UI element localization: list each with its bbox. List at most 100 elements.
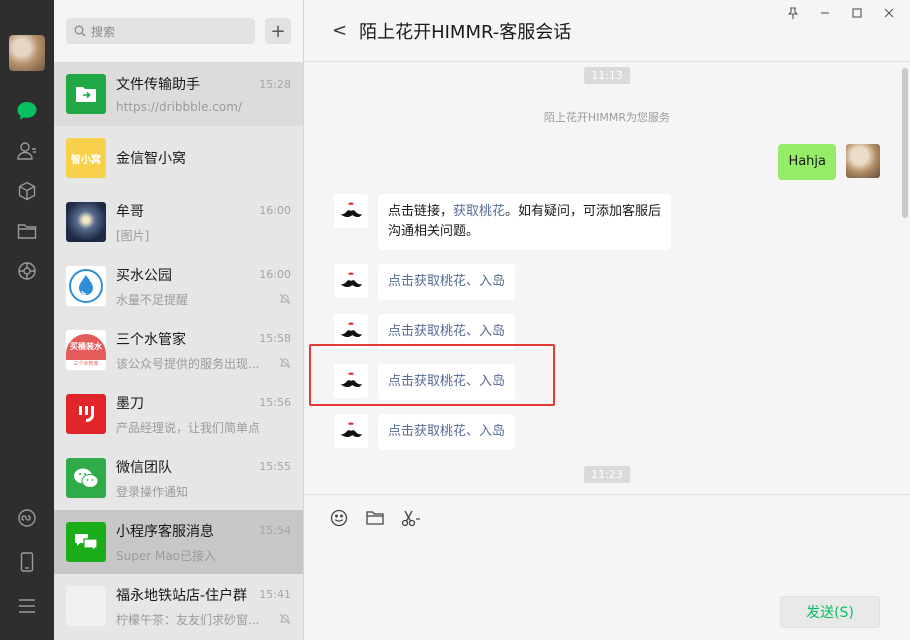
my-message-bubble[interactable]: Hahja xyxy=(778,144,836,180)
timestamp: 11:13 xyxy=(584,67,630,84)
my-message-avatar[interactable] xyxy=(846,144,880,178)
message-link[interactable]: 点击获取桃花、入岛 xyxy=(388,274,505,289)
chat-item-mini-program-service[interactable]: 小程序客服消息 15:54 Super Mao已接入 xyxy=(54,510,303,574)
wechat-window: 搜索 + 文件传输助手 15:28 https://dribbble.com/ 智… xyxy=(0,0,910,640)
chat-name: 牟哥 xyxy=(116,203,144,220)
search-input[interactable]: 搜索 xyxy=(66,18,255,44)
scrollbar[interactable] xyxy=(902,68,908,218)
moments-icon[interactable] xyxy=(0,251,54,291)
scissors-icon[interactable] xyxy=(400,507,422,529)
bot-message: 点击获取桃花、入岛 xyxy=(334,264,516,300)
plus-icon: + xyxy=(270,20,286,42)
window-controls xyxy=(778,4,904,22)
chat-list-panel: 搜索 + 文件传输助手 15:28 https://dribbble.com/ 智… xyxy=(54,0,304,640)
bot-message: 点击链接，获取桃花。如有疑问，可添加客服后沟通相关问题。 xyxy=(334,194,672,250)
folder-icon[interactable] xyxy=(0,211,54,251)
mustache-logo-icon xyxy=(340,422,362,438)
search-bar: 搜索 + xyxy=(54,0,303,62)
mouge-avatar xyxy=(66,202,106,242)
contacts-icon[interactable] xyxy=(0,131,54,171)
bot-message: 点击获取桃花、入岛 xyxy=(334,414,516,450)
chat-time: 15:54 xyxy=(259,524,291,537)
system-message: 陌上花开HIMMR为您服务 xyxy=(543,111,671,124)
chat-preview: 该公众号提供的服务出现... xyxy=(116,356,260,371)
add-button[interactable]: + xyxy=(265,18,291,44)
nav-rail xyxy=(0,0,54,640)
cube-icon[interactable] xyxy=(0,171,54,211)
message-link[interactable]: 获取桃花 xyxy=(453,204,505,219)
chat-time: 15:58 xyxy=(259,332,291,345)
modao-logo xyxy=(66,394,106,434)
chat-name: 小程序客服消息 xyxy=(116,523,214,540)
chat-preview: [图片] xyxy=(116,228,150,243)
chat-item-fuyong-group[interactable]: 福永地铁站店-住户群 15:41 柠檬午茶：友友们求砂窗... xyxy=(54,574,303,638)
phone-icon[interactable] xyxy=(0,542,54,582)
chat-preview: 柠檬午茶：友友们求砂窗... xyxy=(116,612,260,627)
message-link[interactable]: 点击获取桃花、入岛 xyxy=(388,324,505,339)
send-button[interactable]: 发送(S) xyxy=(780,596,880,628)
chat-name: 墨刀 xyxy=(116,395,144,412)
maximize-icon[interactable] xyxy=(842,4,872,22)
mustache-logo-icon xyxy=(340,272,362,288)
mute-bell-icon xyxy=(279,293,291,305)
mute-bell-icon xyxy=(279,613,291,625)
search-placeholder: 搜索 xyxy=(91,24,116,39)
composer-toolbar xyxy=(304,495,910,541)
conversation-header: < 陌上花开HIMMR-客服会话 xyxy=(304,0,910,62)
conversation-panel: < 陌上花开HIMMR-客服会话 11:13 陌上花开HIMMR为您服务 Hah… xyxy=(304,0,910,640)
bot-avatar[interactable] xyxy=(334,414,368,448)
bot-message-bubble[interactable]: 点击获取桃花、入岛 xyxy=(378,264,516,300)
message-link[interactable]: 点击获取桃花、入岛 xyxy=(388,424,505,439)
chat-item-water-park[interactable]: 买水公园 16:00 水量不足提醒 xyxy=(54,254,303,318)
chat-name: 买水公园 xyxy=(116,267,172,284)
chat-name: 福永地铁站店-住户群 xyxy=(116,587,248,604)
bot-avatar[interactable] xyxy=(334,314,368,348)
chat-preview: 水量不足提醒 xyxy=(116,292,189,307)
avatar-text: 智小窝 xyxy=(71,154,101,166)
message-text: 。如有疑问，可添加客服后 xyxy=(505,204,662,219)
message-text: 点击链接， xyxy=(388,204,454,219)
jinxin-avatar: 智小窝 xyxy=(66,138,106,178)
chat-preview: Super Mao已接入 xyxy=(116,548,217,563)
chat-time: 15:41 xyxy=(259,588,291,601)
chat-item-jinxin[interactable]: 智小窝 金信智小窝 xyxy=(54,126,303,190)
conversation-title: 陌上花开HIMMR-客服会话 xyxy=(359,21,572,43)
chat-item-modao[interactable]: 墨刀 15:56 产品经理说，让我们简单点 xyxy=(54,382,303,446)
bot-message-bubble[interactable]: 点击获取桃花、入岛 xyxy=(378,414,516,450)
bot-message-bubble[interactable]: 点击链接，获取桃花。如有疑问，可添加客服后沟通相关问题。 xyxy=(378,194,672,250)
chat-preview: 产品经理说，让我们简单点 xyxy=(116,420,261,435)
water-manager-avatar: 买桶装水 三个水管家 xyxy=(66,330,106,370)
chat-name: 文件传输助手 xyxy=(116,77,200,93)
chat-name: 金信智小窝 xyxy=(116,151,186,167)
folder-icon[interactable] xyxy=(364,507,386,529)
wechat-logo-icon xyxy=(66,458,106,498)
pin-icon[interactable] xyxy=(778,4,808,22)
file-transfer-icon xyxy=(66,74,106,114)
chat-preview: 登录操作通知 xyxy=(116,484,189,499)
close-icon[interactable] xyxy=(874,4,904,22)
chat-icon[interactable] xyxy=(0,91,54,131)
mini-program-icon[interactable] xyxy=(0,498,54,538)
search-icon xyxy=(74,25,86,37)
emoji-icon[interactable] xyxy=(328,507,350,529)
mustache-logo-icon xyxy=(340,202,362,218)
chat-time: 16:00 xyxy=(259,268,291,281)
chat-item-wechat-team[interactable]: 微信团队 15:55 登录操作通知 xyxy=(54,446,303,510)
back-button[interactable]: < xyxy=(332,20,347,41)
message-text: 沟通相关问题。 xyxy=(388,224,480,239)
bot-avatar[interactable] xyxy=(334,264,368,298)
menu-icon[interactable] xyxy=(0,586,54,626)
highlight-box xyxy=(309,344,555,406)
water-park-avatar xyxy=(66,266,106,306)
chat-item-file-transfer[interactable]: 文件传输助手 15:28 https://dribbble.com/ xyxy=(54,62,303,126)
chat-name: 微信团队 xyxy=(116,459,172,476)
group-avatar xyxy=(66,586,106,626)
bot-avatar[interactable] xyxy=(334,194,368,228)
composer[interactable]: 发送(S) xyxy=(304,494,910,640)
my-message: Hahja xyxy=(778,144,880,180)
minimize-icon[interactable] xyxy=(810,4,840,22)
chat-item-water-manager[interactable]: 买桶装水 三个水管家 三个水管家 15:58 该公众号提供的服务出现... xyxy=(54,318,303,382)
message-area[interactable]: 11:13 陌上花开HIMMR为您服务 Hahja 点击链接，获取桃花。如有疑问… xyxy=(304,62,910,494)
chat-item-mouge[interactable]: 牟哥 16:00 [图片] xyxy=(54,190,303,254)
my-avatar[interactable] xyxy=(9,35,45,71)
